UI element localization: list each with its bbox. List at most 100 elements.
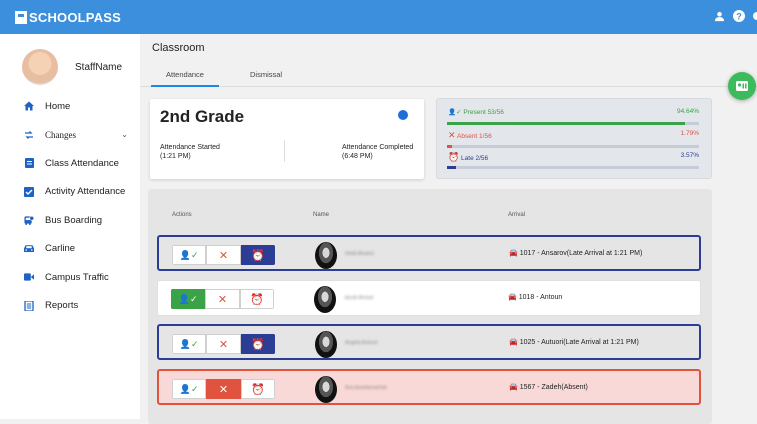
mark-absent-button[interactable]: ✕ — [205, 289, 240, 309]
present-icon: 👤✓ — [179, 383, 199, 394]
student-name: Ava Avanbenarhah — [345, 385, 388, 391]
arrival-text: 1017 - Ansarov(Late Arrival at 1:21 PM) — [519, 249, 643, 257]
student-photo — [314, 286, 336, 313]
mark-absent-button[interactable]: ✕ — [206, 334, 241, 354]
mark-late-button[interactable]: ⏰ — [240, 245, 275, 265]
mark-absent-button[interactable]: ✕ — [206, 245, 241, 265]
close-icon: ✕ — [448, 130, 456, 140]
sidebar-item-bus-boarding[interactable]: Bus Boarding — [0, 206, 140, 235]
sidebar-item-changes[interactable]: Changes ⌄ — [0, 121, 140, 150]
arrival-info: 🚘 1025 - Autuori(Late Arrival at 1:21 PM… — [509, 338, 639, 347]
video-icon — [24, 272, 34, 282]
present-label: Present 53/56 — [463, 109, 504, 116]
brand-logo[interactable]: SCHOOLPASS — [15, 10, 121, 25]
id-card-button[interactable] — [728, 72, 756, 100]
arrival-text: 1025 - Autuori(Late Arrival at 1:21 PM) — [519, 338, 639, 346]
chevron-down-icon[interactable]: ⌄ — [121, 130, 128, 139]
table-row: 👤✓ ✕ ⏰ Heidi Alvarez 🚘 1017 - Ansarov(La… — [157, 235, 701, 271]
table-row: 👤✓ ✕ ⏰ Angela Autuori 🚘 1025 - Autuori(L… — [157, 324, 701, 360]
divider — [284, 140, 285, 162]
sidebar-nav: Home Changes ⌄ Class Attendance Activity… — [0, 92, 140, 320]
sidebar-item-label: Bus Boarding — [45, 214, 103, 226]
mark-present-button[interactable]: 👤✓ — [171, 289, 206, 309]
id-card-icon — [736, 81, 748, 91]
mark-late-button[interactable]: ⏰ — [239, 289, 274, 309]
late-label: Late 2/56 — [461, 155, 489, 162]
absent-stat: ✕ Absent 1/56 — [448, 130, 492, 141]
class-attendance-icon — [24, 158, 34, 169]
arrival-info: 🚘 1567 - Zadeh(Absent) — [509, 383, 588, 392]
arrival-text: 1018 - Antoun — [518, 293, 563, 301]
late-bar — [447, 166, 699, 169]
car-icon — [24, 244, 34, 254]
sidebar-item-reports[interactable]: Reports — [0, 292, 140, 321]
alarm-clock-icon: ⏰ — [448, 152, 460, 162]
late-stat: ⏰ Late 2/56 — [448, 152, 488, 163]
present-icon: 👤✓ — [448, 109, 462, 116]
more-icon[interactable] — [753, 9, 757, 27]
alarm-clock-icon: ⏰ — [249, 293, 264, 306]
profile[interactable]: StaffName — [22, 49, 122, 85]
car-icon: 🚘 — [509, 250, 518, 257]
user-icon[interactable] — [714, 9, 725, 27]
student-photo — [315, 242, 337, 269]
sidebar-item-carline[interactable]: Carline — [0, 235, 140, 264]
close-icon: ✕ — [218, 338, 229, 351]
reports-icon — [24, 300, 34, 311]
sidebar-item-label: Reports — [45, 300, 79, 312]
present-bar-fill — [447, 122, 686, 125]
present-icon: 👤✓ — [179, 249, 199, 260]
attendance-table: Actions Name Arrival 👤✓ ✕ ⏰ Heidi Alvare… — [148, 189, 712, 424]
column-header-name: Name — [313, 212, 330, 218]
attendance-started-time: (1:21 PM) — [160, 153, 191, 160]
table-row: 👤✓ ✕ ⏰ Jacob Arnout 🚘 1018 - Antoun — [157, 280, 701, 316]
arrival-text: 1567 - Zadeh(Absent) — [519, 383, 588, 391]
column-header-actions: Actions — [172, 212, 192, 218]
present-icon: 👤✓ — [179, 338, 199, 349]
sidebar-item-home[interactable]: Home — [0, 92, 140, 121]
arrival-info: 🚘 1018 - Antoun — [508, 293, 563, 302]
brand-icon — [15, 11, 27, 24]
mark-present-button[interactable]: 👤✓ — [172, 334, 207, 354]
late-percent: 3.57% — [680, 152, 699, 159]
close-icon: ✕ — [218, 249, 229, 262]
help-icon[interactable]: ? — [733, 9, 745, 27]
alarm-clock-icon: ⏰ — [250, 383, 265, 396]
refresh-icon[interactable] — [398, 110, 408, 120]
sidebar-item-campus-traffic[interactable]: Campus Traffic — [0, 263, 140, 292]
sidebar-item-class-attendance[interactable]: Class Attendance — [0, 149, 140, 178]
grade-title: 2nd Grade — [160, 107, 245, 126]
late-bar-fill — [447, 166, 456, 169]
sidebar-item-label: Home — [45, 100, 71, 112]
student-name: Jacob Arnout — [344, 295, 374, 301]
sidebar-item-label: Carline — [45, 243, 76, 255]
mark-absent-button[interactable]: ✕ — [206, 379, 241, 399]
student-name: Angela Autuori — [345, 340, 378, 346]
car-icon: 🚘 — [508, 294, 517, 301]
home-icon — [24, 101, 34, 111]
present-stat: 👤✓ Present 53/56 — [448, 108, 504, 116]
student-photo — [315, 331, 337, 358]
sidebar-item-activity-attendance[interactable]: Activity Attendance — [0, 178, 140, 207]
alarm-clock-icon: ⏰ — [250, 338, 265, 351]
swap-icon — [24, 130, 34, 140]
attendance-started: Attendance Started (1:21 PM) — [160, 143, 220, 161]
sidebar-item-label: Changes — [45, 129, 76, 140]
stats-card: 👤✓ Present 53/56 94.64% ✕ Absent 1/56 1.… — [436, 98, 712, 179]
table-row: 👤✓ ✕ ⏰ Ava Avanbenarhah 🚘 1567 - Zadeh(A… — [157, 369, 701, 405]
mark-late-button[interactable]: ⏰ — [240, 379, 275, 399]
checkbox-icon — [24, 186, 34, 197]
mark-present-button[interactable]: 👤✓ — [172, 379, 207, 399]
top-bar: SCHOOLPASS ? — [0, 0, 757, 34]
mark-present-button[interactable]: 👤✓ — [172, 245, 207, 265]
sidebar: StaffName Home Changes ⌄ Class Attendanc… — [0, 34, 140, 419]
mark-late-button[interactable]: ⏰ — [240, 334, 275, 354]
student-name: Heidi Alvarez — [345, 251, 375, 257]
tab-dismissal[interactable]: Dismissal — [250, 70, 282, 79]
close-icon: ✕ — [217, 293, 228, 306]
tab-attendance[interactable]: Attendance — [151, 70, 219, 87]
attendance-actions: 👤✓ ✕ ⏰ — [172, 334, 275, 354]
present-icon: 👤✓ — [178, 293, 198, 304]
absent-label: Absent 1/56 — [457, 133, 492, 140]
attendance-actions: 👤✓ ✕ ⏰ — [172, 379, 275, 399]
